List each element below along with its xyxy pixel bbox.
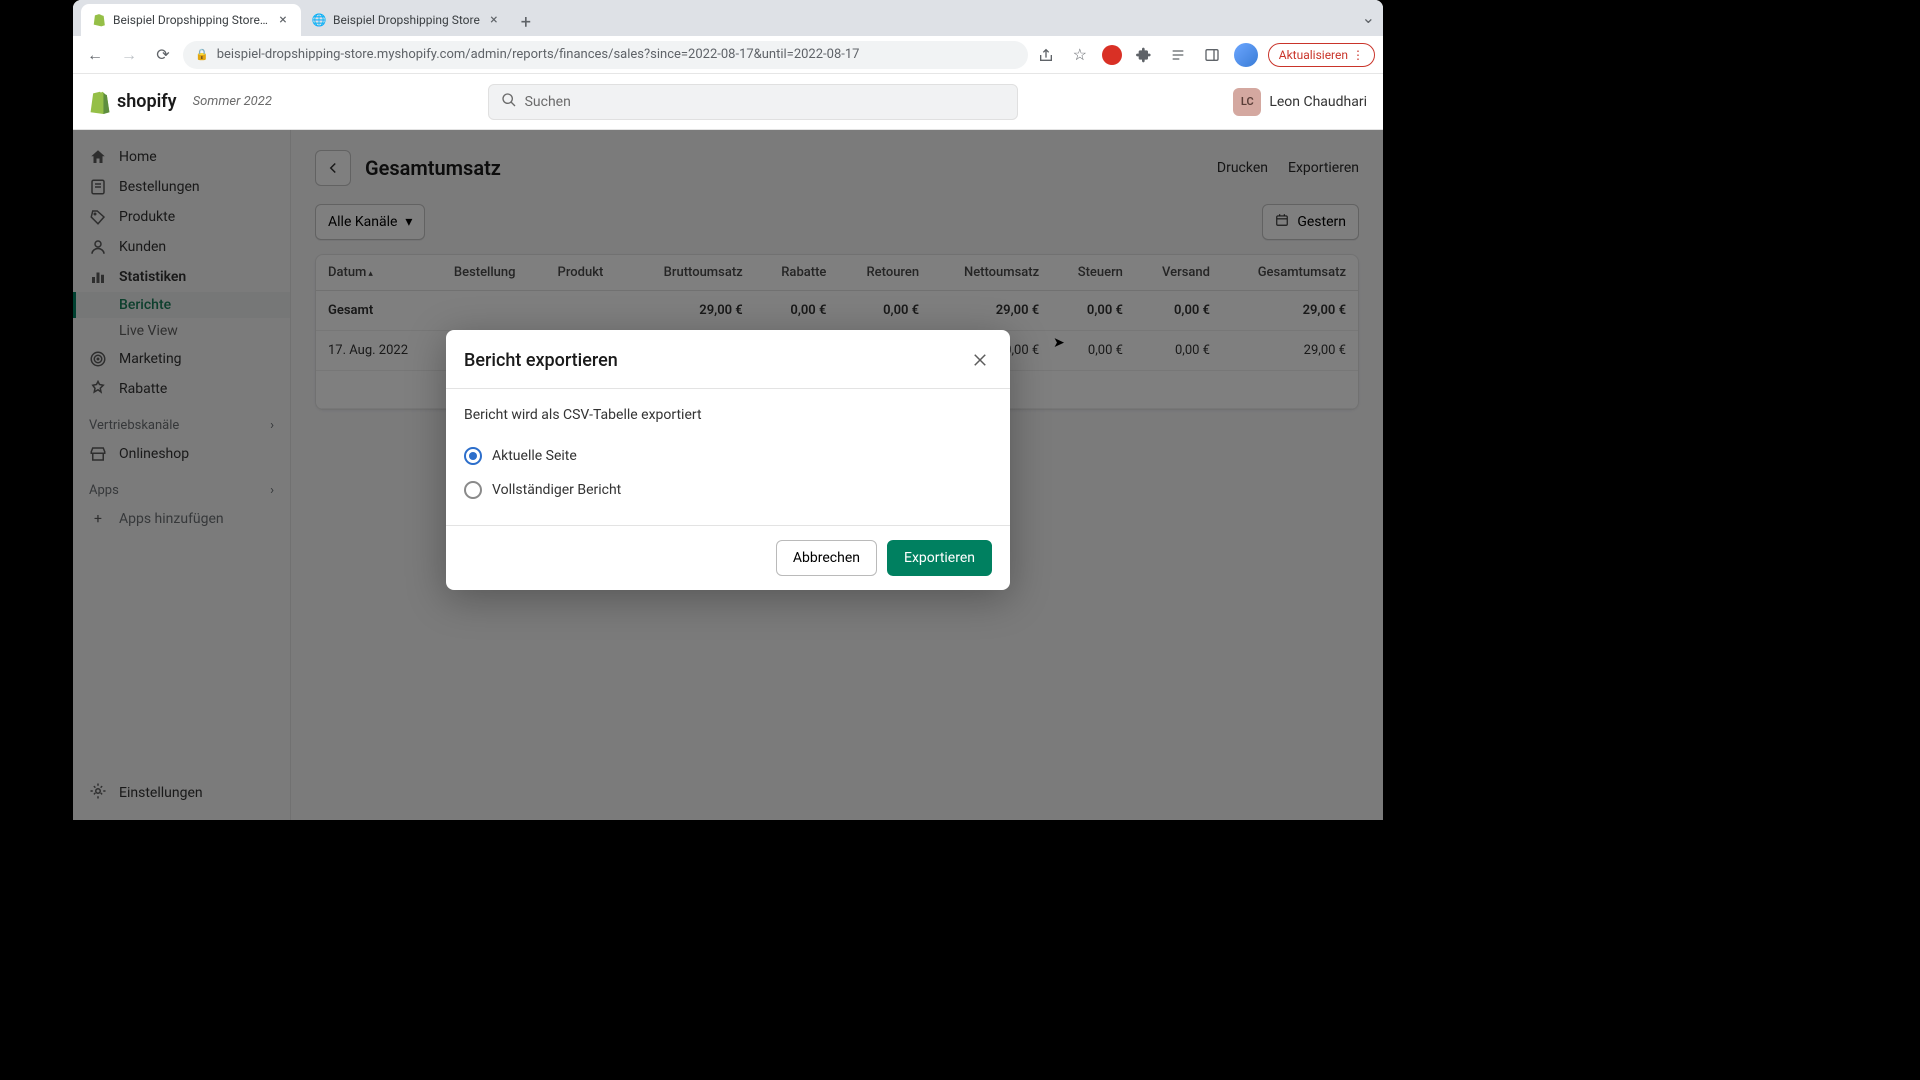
user-menu[interactable]: LC Leon Chaudhari — [1233, 88, 1367, 116]
radio-label: Aktuelle Seite — [492, 448, 577, 464]
tab-title: Beispiel Dropshipping Store — [333, 13, 480, 27]
search-placeholder: Suchen — [525, 94, 571, 110]
modal-description: Bericht wird als CSV-Tabelle exportiert — [464, 407, 992, 423]
extensions-icon[interactable] — [1132, 43, 1156, 67]
cancel-button[interactable]: Abbrechen — [776, 540, 877, 576]
reload-icon[interactable]: ⟳ — [149, 41, 177, 69]
search-input[interactable]: Suchen — [488, 84, 1018, 120]
logo-text: shopify — [117, 91, 177, 112]
forward-icon[interactable]: → — [115, 41, 143, 69]
modal-title: Bericht exportieren — [464, 350, 618, 371]
side-panel-icon[interactable] — [1200, 43, 1224, 67]
radio-label: Vollständiger Bericht — [492, 482, 621, 498]
menu-dots-icon: ⋮ — [1352, 48, 1364, 62]
share-icon[interactable] — [1034, 43, 1058, 67]
extension-badge-icon[interactable] — [1102, 45, 1122, 65]
update-button[interactable]: Aktualisieren ⋮ — [1268, 43, 1375, 67]
profile-avatar-icon[interactable] — [1234, 43, 1258, 67]
modal-close-button[interactable] — [968, 348, 992, 372]
season-tag: Sommer 2022 — [193, 94, 272, 109]
shopify-logo[interactable]: shopify — [89, 90, 177, 114]
confirm-export-button[interactable]: Exportieren — [887, 540, 992, 576]
back-icon[interactable]: ← — [81, 41, 109, 69]
browser-tab-active[interactable]: Beispiel Dropshipping Store · F × — [81, 4, 301, 36]
radio-current-page[interactable]: Aktuelle Seite — [464, 439, 992, 473]
close-icon[interactable]: × — [486, 12, 502, 28]
app-header: shopify Sommer 2022 Suchen LC Leon Chaud… — [73, 74, 1383, 130]
radio-icon — [464, 481, 482, 499]
user-avatar: LC — [1233, 88, 1261, 116]
radio-icon — [464, 447, 482, 465]
update-label: Aktualisieren — [1279, 48, 1348, 62]
tab-title: Beispiel Dropshipping Store · F — [113, 13, 269, 27]
search-icon — [501, 92, 517, 112]
reading-list-icon[interactable] — [1166, 43, 1190, 67]
shopify-favicon-icon — [91, 12, 107, 28]
radio-full-report[interactable]: Vollständiger Bericht — [464, 473, 992, 507]
browser-tab-inactive[interactable]: 🌐 Beispiel Dropshipping Store × — [301, 4, 512, 36]
browser-tab-strip: Beispiel Dropshipping Store · F × 🌐 Beis… — [73, 0, 1383, 36]
globe-favicon-icon: 🌐 — [311, 12, 327, 28]
user-name: Leon Chaudhari — [1269, 94, 1367, 110]
new-tab-button[interactable]: + — [512, 8, 540, 36]
bookmark-icon[interactable]: ☆ — [1068, 43, 1092, 67]
close-icon[interactable]: × — [275, 12, 291, 28]
url-input[interactable]: 🔒 beispiel-dropshipping-store.myshopify.… — [183, 41, 1028, 69]
export-modal: Bericht exportieren Bericht wird als CSV… — [446, 330, 1010, 590]
address-bar: ← → ⟳ 🔒 beispiel-dropshipping-store.mysh… — [73, 36, 1383, 74]
tab-overflow-icon[interactable]: ⌄ — [1362, 8, 1375, 27]
lock-icon: 🔒 — [195, 48, 209, 61]
url-text: beispiel-dropshipping-store.myshopify.co… — [217, 47, 860, 62]
